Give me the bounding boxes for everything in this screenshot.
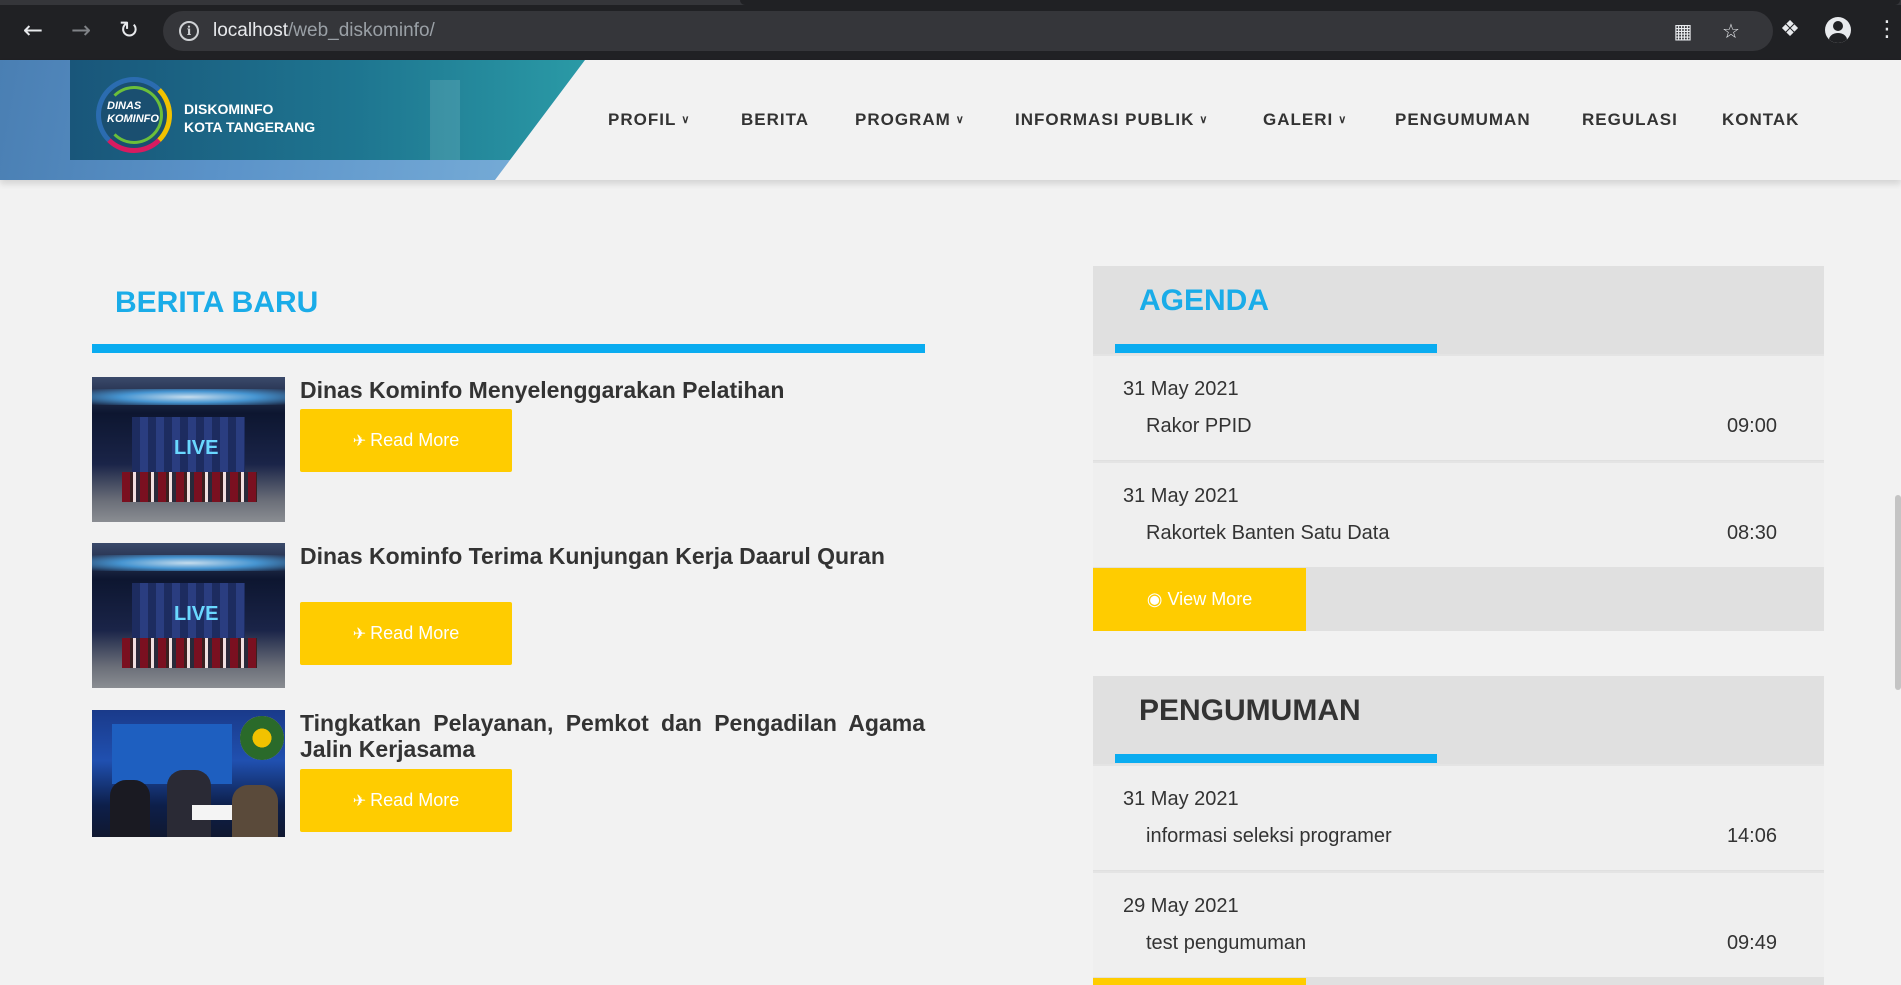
reload-button[interactable]: ↻ — [113, 14, 145, 46]
url-path: /web_diskominfo/ — [288, 20, 435, 41]
pengumuman-date: 29 May 2021 — [1123, 895, 1239, 917]
pengumuman-panel: PENGUMUMAN 31 May 2021 informasi seleksi… — [1093, 676, 1824, 985]
plane-icon: ✈ — [352, 626, 367, 643]
read-more-button[interactable]: ✈ Read More — [300, 409, 512, 472]
star-icon[interactable]: ☆ — [1719, 19, 1743, 43]
news-thumbnail[interactable] — [92, 710, 285, 837]
nav-regulasi[interactable]: REGULASI — [1582, 110, 1678, 130]
pengumuman-date: 31 May 2021 — [1123, 788, 1239, 810]
news-thumbnail[interactable]: LIVE — [92, 543, 285, 688]
address-bar[interactable]: i localhost/web_diskominfo/ ▦ ☆ — [163, 11, 1773, 51]
chevron-down-icon: ∨ — [681, 114, 691, 126]
reload-icon: ↻ — [118, 16, 140, 44]
forward-button[interactable]: → — [65, 14, 97, 46]
agenda-date: 31 May 2021 — [1123, 485, 1239, 507]
arrow-left-icon: ← — [22, 16, 44, 44]
view-more-button[interactable]: ◉ View More — [1093, 568, 1306, 631]
agenda-name: Rakor PPID — [1146, 415, 1252, 437]
section-underline — [1115, 754, 1437, 763]
agenda-name: Rakortek Banten Satu Data — [1146, 522, 1390, 544]
browser-toolbar: ← → ↻ i localhost/web_diskominfo/ ▦ ☆ ❖ … — [0, 0, 1901, 60]
kebab-menu-icon[interactable]: ⋮ — [1873, 16, 1901, 44]
site-header: DINAS KOMINFO DISKOMINFO KOTA TANGERANG P… — [0, 60, 1901, 180]
puzzle-icon[interactable]: ❖ — [1776, 16, 1804, 44]
news-headline[interactable]: Dinas Kominfo Terima Kunjungan Kerja Daa… — [300, 543, 925, 569]
eye-icon: ◉ — [1146, 589, 1168, 609]
url-host: localhost — [213, 20, 288, 41]
plane-icon: ✈ — [352, 433, 367, 450]
agenda-date: 31 May 2021 — [1123, 378, 1239, 400]
pengumuman-name: test pengumuman — [1146, 932, 1307, 954]
main-navigation: PROFIL ∨ BERITA PROGRAM ∨ INFORMASI PUBLIK… — [0, 110, 1901, 130]
back-button[interactable]: ← — [17, 14, 49, 46]
agenda-row[interactable]: 31 May 2021 Rakor PPID 09:00 — [1093, 354, 1824, 460]
nav-galeri[interactable]: GALERI ∨ — [1263, 110, 1347, 130]
nav-kontak[interactable]: KONTAK — [1722, 110, 1799, 130]
chevron-down-icon: ∨ — [1199, 114, 1209, 126]
avatar-icon[interactable] — [1825, 17, 1851, 43]
pengumuman-row[interactable]: 31 May 2021 informasi seleksi programer … — [1093, 764, 1824, 870]
nav-program[interactable]: PROGRAM ∨ — [855, 110, 965, 130]
read-more-button[interactable]: ✈ Read More — [300, 769, 512, 832]
url-text[interactable]: localhost/web_diskominfo/ — [213, 20, 435, 42]
agenda-time: 09:00 — [1726, 415, 1777, 437]
pengumuman-title: PENGUMUMAN — [1139, 694, 1361, 727]
berita-baru-title: BERITA BARU — [115, 286, 319, 319]
arrow-right-icon: → — [70, 16, 92, 44]
pengumuman-header: PENGUMUMAN — [1093, 676, 1824, 764]
nav-profil[interactable]: PROFIL ∨ — [608, 110, 690, 130]
agenda-row[interactable]: 31 May 2021 Rakortek Banten Satu Data 08… — [1093, 461, 1824, 567]
tab-strip — [0, 0, 1901, 5]
agenda-panel: AGENDA 31 May 2021 Rakor PPID 09:00 31 M… — [1093, 266, 1824, 631]
page-scrollbar[interactable] — [1895, 495, 1901, 690]
chevron-down-icon: ∨ — [955, 114, 965, 126]
pengumuman-name: informasi seleksi programer — [1146, 825, 1392, 847]
section-underline — [1115, 344, 1437, 353]
active-tab[interactable] — [740, 0, 1900, 5]
site-info-icon[interactable]: i — [179, 21, 199, 41]
news-headline[interactable]: Dinas Kominfo Menyelenggarakan Pelatihan — [300, 377, 925, 403]
pengumuman-time: 09:49 — [1726, 932, 1777, 954]
news-headline[interactable]: Tingkatkan Pelayanan, Pemkot dan Pengadi… — [300, 710, 925, 762]
agenda-title: AGENDA — [1139, 284, 1270, 317]
news-thumbnail[interactable]: LIVE — [92, 377, 285, 522]
translate-icon[interactable]: ▦ — [1671, 19, 1695, 43]
chevron-down-icon: ∨ — [1338, 114, 1348, 126]
nav-berita[interactable]: BERITA — [741, 110, 809, 130]
read-more-button[interactable]: ✈ Read More — [300, 602, 512, 665]
agenda-time: 08:30 — [1726, 522, 1777, 544]
pengumuman-row[interactable]: 29 May 2021 test pengumuman 09:49 — [1093, 871, 1824, 977]
nav-informasi-publik[interactable]: INFORMASI PUBLIK ∨ — [1015, 110, 1208, 130]
plane-icon: ✈ — [352, 793, 367, 810]
view-more-button[interactable] — [1093, 978, 1306, 985]
agenda-header: AGENDA — [1093, 266, 1824, 354]
nav-pengumuman[interactable]: PENGUMUMAN — [1395, 110, 1531, 130]
section-underline — [92, 344, 925, 353]
pengumuman-time: 14:06 — [1726, 825, 1777, 847]
